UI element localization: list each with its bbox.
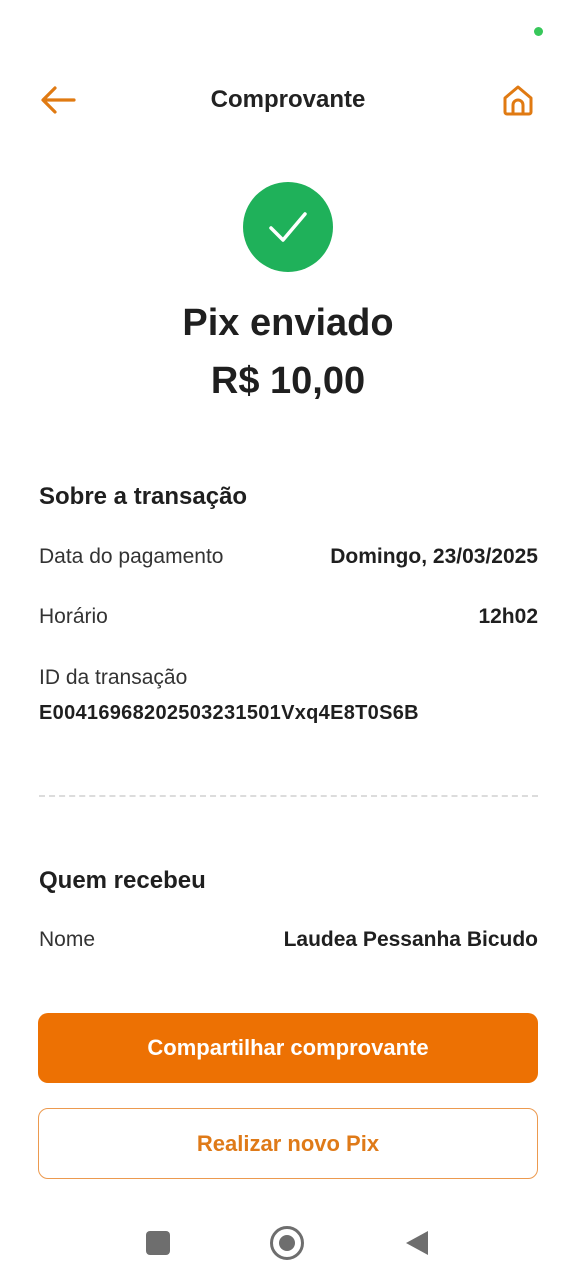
- page-title: Comprovante: [210, 86, 366, 113]
- transaction-id-value: E00416968202503231501Vxq4E8T0S6B: [39, 702, 419, 724]
- new-pix-button[interactable]: Realizar novo Pix: [38, 1108, 538, 1179]
- triangle-back-icon[interactable]: [406, 1231, 428, 1255]
- payment-date-value: Domingo, 23/03/2025: [330, 545, 538, 568]
- system-navigation-bar: [0, 1212, 576, 1272]
- success-check-badge: [243, 182, 333, 272]
- circle-home-icon-inner: [279, 1235, 295, 1251]
- home-button[interactable]: [496, 78, 540, 122]
- recipient-name-label: Nome: [39, 928, 96, 951]
- status-indicator-dot: [534, 27, 543, 36]
- transaction-section-title: Sobre a transação: [39, 483, 248, 510]
- payment-time-label: Horário: [39, 605, 108, 628]
- share-receipt-button[interactable]: Compartilhar comprovante: [38, 1013, 538, 1083]
- payment-date-row: Data do pagamento Domingo, 23/03/2025: [39, 545, 538, 575]
- home-icon: [503, 85, 533, 116]
- circle-home-icon[interactable]: [270, 1226, 304, 1260]
- payment-time-row: Horário 12h02: [39, 605, 538, 635]
- dashed-divider: [39, 795, 538, 797]
- transfer-amount: R$ 10,00: [210, 360, 366, 402]
- payment-date-label: Data do pagamento: [39, 545, 224, 568]
- receipt-screen: Comprovante Pix enviado R$ 10,00 Sobre a…: [0, 0, 576, 1280]
- check-icon: [269, 212, 307, 242]
- recipient-name-value: Laudea Pessanha Bicudo: [283, 928, 538, 951]
- recipient-section-title: Quem recebeu: [39, 867, 206, 894]
- recipient-name-row: Nome Laudea Pessanha Bicudo: [39, 928, 538, 958]
- square-icon[interactable]: [146, 1231, 170, 1255]
- status-title: Pix enviado: [182, 302, 394, 344]
- payment-time-value: 12h02: [478, 605, 538, 628]
- transaction-id-label: ID da transação: [39, 666, 188, 689]
- top-bar: Comprovante: [0, 72, 576, 128]
